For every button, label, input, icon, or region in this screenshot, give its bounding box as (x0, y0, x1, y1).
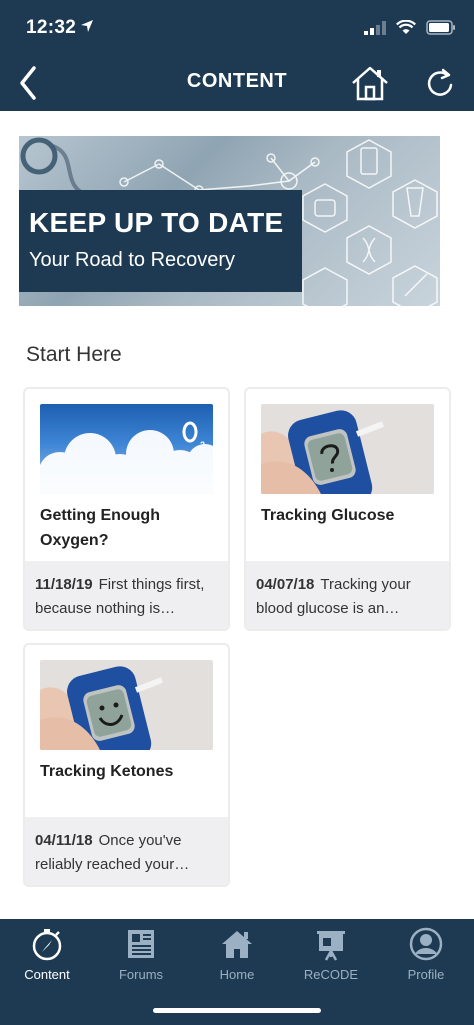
newspaper-icon (128, 930, 154, 958)
tab-profile[interactable]: Profile (386, 927, 466, 982)
presentation-icon (317, 931, 345, 961)
location-icon (80, 19, 94, 38)
card-date: 11/18/19 (35, 576, 93, 593)
tab-label: ReCODE (303, 967, 359, 982)
section-title: Start Here (26, 343, 122, 366)
top-bar: 12:32 CONTENT (0, 0, 474, 111)
refresh-icon (427, 68, 453, 96)
article-card[interactable]: Tracking Glucose 04/07/18 Tracking your b… (244, 387, 451, 631)
banner-title: KEEP UP TO DATE (29, 207, 284, 238)
card-title: Tracking Glucose (261, 507, 395, 524)
tab-label: Content (24, 967, 70, 982)
status-indicators (364, 20, 456, 35)
card-footer: 11/18/19 First things first, because noth… (25, 561, 228, 629)
profile-icon (409, 927, 443, 961)
card-title: Tracking Ketones (40, 763, 174, 780)
glucose-meter-question-image (261, 410, 385, 494)
status-time: 12:32 (26, 17, 77, 38)
glucose-meter-smile-image (40, 666, 164, 750)
card-image-clouds: 2 (40, 404, 213, 494)
battery-icon (426, 20, 455, 35)
clouds-o2-image: 2 (40, 421, 213, 494)
tab-home[interactable]: Home (197, 927, 277, 982)
banner-subtitle: Your Road to Recovery (29, 249, 236, 271)
signal-icon (364, 20, 386, 35)
card-date: 04/07/18 (256, 576, 315, 593)
card-footer: 04/07/18 Tracking your blood glucose is a… (246, 561, 449, 629)
home-indicator (153, 1008, 321, 1013)
card-image-ketones (40, 660, 213, 750)
tab-label: Profile (407, 967, 445, 982)
card-date: 04/11/18 (35, 832, 93, 849)
tab-forums[interactable]: Forums (101, 927, 181, 982)
hero-banner[interactable]: KEEP UP TO DATE Your Road to Recovery (19, 136, 440, 306)
svg-text:2: 2 (200, 440, 205, 450)
refresh-button[interactable] (424, 66, 456, 100)
tab-content[interactable]: Content (7, 927, 87, 982)
tab-label: Home (219, 967, 255, 982)
compass-icon (32, 929, 62, 961)
article-card[interactable]: 2 Getting Enough Oxygen? 11/18/19 First t… (23, 387, 230, 631)
card-image-glucose (261, 404, 434, 494)
page-title: CONTENT (186, 70, 288, 92)
home-icon (222, 931, 252, 958)
wifi-icon (396, 20, 416, 34)
banner-text-panel: KEEP UP TO DATE Your Road to Recovery (19, 190, 302, 292)
tab-label: Forums (118, 967, 164, 982)
article-card[interactable]: Tracking Ketones 04/11/18 Once you've rel… (23, 643, 230, 887)
card-title: Getting Enough Oxygen? (40, 507, 160, 549)
home-button[interactable] (350, 64, 390, 102)
home-icon (352, 66, 388, 101)
tab-recode[interactable]: ReCODE (291, 927, 371, 982)
card-footer: 04/11/18 Once you've reliably reached you… (25, 817, 228, 885)
